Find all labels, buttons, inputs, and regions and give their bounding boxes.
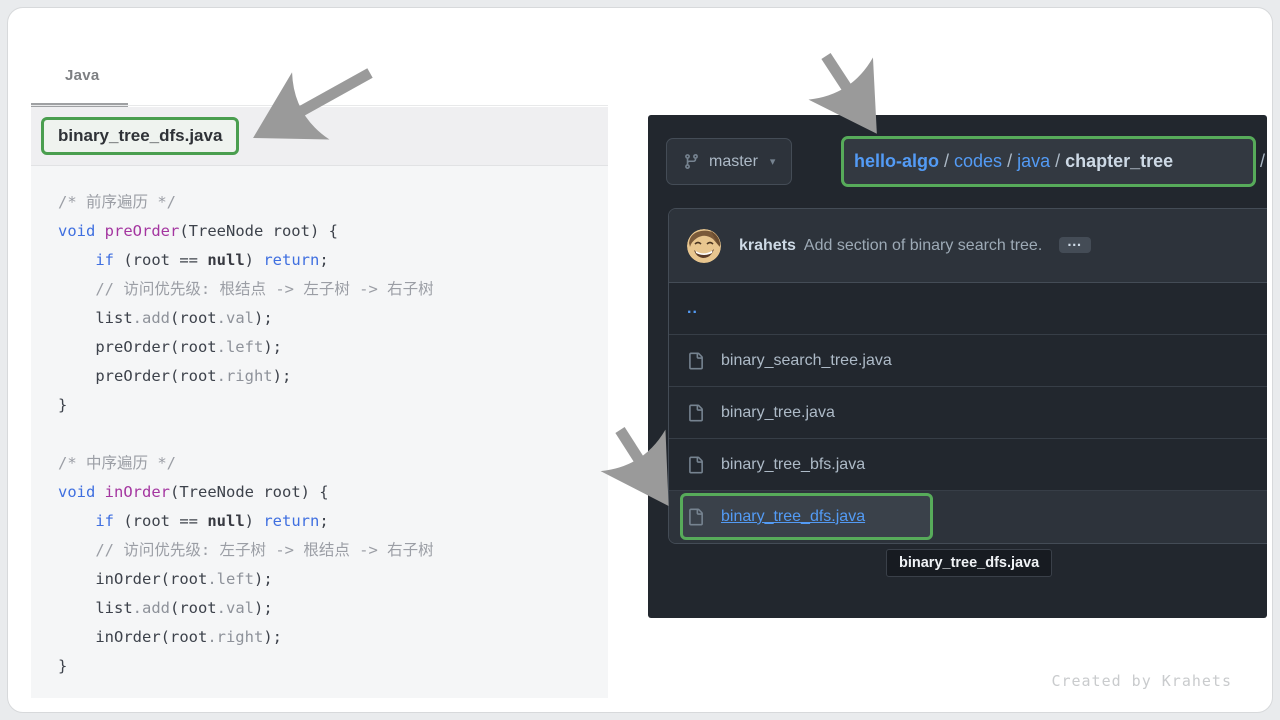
code-line: /* 前序遍历 */ [58, 188, 608, 217]
file-list: .. binary_search_tree.java binary_tree.jav… [669, 283, 1267, 543]
file-icon [687, 455, 704, 475]
arrow-to-breadcrumb [826, 56, 860, 108]
code-panel-header: binary_tree_dfs.java [31, 107, 608, 166]
code-panel: binary_tree_dfs.java /* 前序遍历 */void preO… [31, 107, 608, 698]
tab-bar-divider [31, 105, 608, 106]
page-card: Java binary_tree_dfs.java /* 前序遍历 */void… [7, 7, 1273, 713]
breadcrumb-separator: / [1050, 151, 1065, 172]
code-block: /* 前序遍历 */void preOrder(TreeNode root) {… [31, 166, 608, 681]
commit-message: krahets Add section of binary search tree… [739, 237, 1091, 255]
file-title-highlight: binary_tree_dfs.java [41, 117, 239, 155]
commit-more-button[interactable]: … [1059, 237, 1091, 253]
code-line [58, 420, 608, 449]
git-branch-icon [683, 153, 700, 170]
code-line: } [58, 652, 608, 681]
code-line: void inOrder(TreeNode root) { [58, 478, 608, 507]
breadcrumb-segment[interactable]: chapter_tree [1065, 151, 1173, 172]
breadcrumb-segment[interactable]: hello-algo [854, 151, 939, 172]
file-list-card: krahets Add section of binary search tree… [668, 208, 1267, 544]
code-line: // 访问优先级: 左子树 -> 根结点 -> 右子树 [58, 536, 608, 565]
code-line: list.add(root.val); [58, 304, 608, 333]
file-name-link[interactable]: binary_tree.java [721, 404, 835, 422]
code-line: /* 中序遍历 */ [58, 449, 608, 478]
file-name-link[interactable]: binary_tree_bfs.java [721, 456, 865, 474]
filename-tooltip: binary_tree_dfs.java [886, 549, 1052, 577]
branch-selector-button[interactable]: master ▾ [666, 138, 792, 185]
breadcrumb[interactable]: hello-algo / codes / java / chapter_tree [841, 136, 1256, 187]
file-icon [687, 351, 704, 371]
breadcrumb-segment[interactable]: java [1017, 151, 1050, 172]
tab-java[interactable]: Java [65, 67, 100, 84]
code-line: // 访问优先级: 根结点 -> 左子树 -> 右子树 [58, 275, 608, 304]
file-icon [687, 403, 704, 423]
code-line: if (root == null) return; [58, 246, 608, 275]
file-row[interactable]: binary_tree.java [669, 387, 1267, 439]
footer-credit: Created by Krahets [1051, 672, 1232, 690]
breadcrumb-segment[interactable]: codes [954, 151, 1002, 172]
breadcrumb-trailing-slash: / [1260, 151, 1265, 172]
code-line: if (root == null) return; [58, 507, 608, 536]
commit-title[interactable]: Add section of binary search tree. [804, 237, 1042, 254]
code-line: list.add(root.val); [58, 594, 608, 623]
commit-author[interactable]: krahets [739, 237, 796, 254]
code-line: preOrder(root.left); [58, 333, 608, 362]
avatar[interactable] [687, 229, 721, 263]
file-row[interactable]: binary_tree_bfs.java [669, 439, 1267, 491]
code-line: inOrder(root.left); [58, 565, 608, 594]
file-row[interactable]: binary_tree_dfs.java [669, 491, 1267, 543]
code-line: inOrder(root.right); [58, 623, 608, 652]
file-name-link[interactable]: binary_search_tree.java [721, 352, 892, 370]
parent-directory-row[interactable]: .. [669, 283, 1267, 335]
github-panel: master ▾ hello-algo / codes / java / cha… [648, 115, 1267, 618]
code-line: preOrder(root.right); [58, 362, 608, 391]
breadcrumb-separator: / [939, 151, 954, 172]
parent-directory-link[interactable]: .. [687, 300, 698, 318]
breadcrumb-separator: / [1002, 151, 1017, 172]
code-line: void preOrder(TreeNode root) { [58, 217, 608, 246]
chevron-down-icon: ▾ [770, 155, 776, 168]
branch-name: master [709, 153, 758, 171]
file-row[interactable]: binary_search_tree.java [669, 335, 1267, 387]
file-name-link[interactable]: binary_tree_dfs.java [721, 508, 865, 526]
code-line: } [58, 391, 608, 420]
latest-commit-row: krahets Add section of binary search tree… [669, 209, 1267, 283]
file-icon [687, 507, 704, 527]
